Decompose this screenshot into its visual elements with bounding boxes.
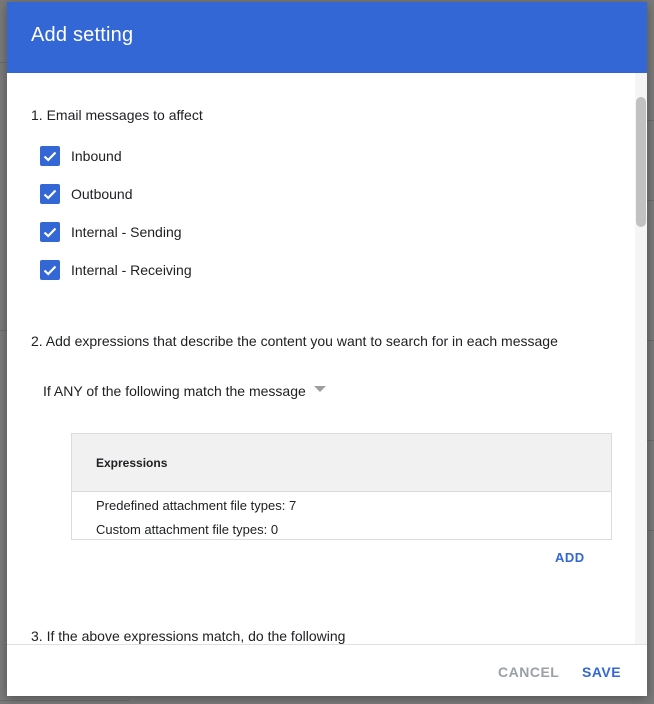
checkbox-label: Internal - Sending	[71, 224, 182, 240]
checkbox-label: Inbound	[71, 148, 122, 164]
checkbox-internal-sending[interactable]: Internal - Sending	[40, 221, 182, 243]
expression-row[interactable]: Custom attachment file types: 0	[96, 522, 278, 537]
check-icon	[43, 265, 57, 276]
match-mode-value: If ANY of the following match the messag…	[43, 383, 306, 399]
checkbox-internal-receiving[interactable]: Internal - Receiving	[40, 259, 192, 281]
dialog-title: Add setting	[31, 24, 134, 46]
section-email-messages-title: 1. Email messages to affect	[31, 107, 203, 123]
add-setting-dialog: Add setting 1. Email messages to affect …	[7, 2, 647, 696]
dialog-header: Add setting	[7, 2, 647, 73]
scrollbar-thumb[interactable]	[636, 97, 646, 227]
backdrop-divider	[647, 530, 654, 531]
checkbox-checked[interactable]	[40, 222, 60, 242]
add-expression-button[interactable]: ADD	[555, 550, 585, 565]
dialog-footer: CANCEL SAVE	[7, 644, 647, 696]
checkbox-checked[interactable]	[40, 184, 60, 204]
check-icon	[43, 151, 57, 162]
expression-row[interactable]: Predefined attachment file types: 7	[96, 498, 296, 513]
backdrop-divider	[0, 700, 130, 701]
check-icon	[43, 227, 57, 238]
save-button[interactable]: SAVE	[582, 664, 621, 680]
checkbox-checked[interactable]	[40, 260, 60, 280]
expressions-table: Expressions Predefined attachment file t…	[71, 433, 612, 540]
dropdown-arrow-icon[interactable]	[313, 386, 326, 392]
expressions-column-header: Expressions	[96, 456, 168, 470]
backdrop-divider	[647, 340, 654, 341]
section-actions-title: 3. If the above expressions match, do th…	[31, 628, 346, 644]
checkbox-inbound[interactable]: Inbound	[40, 145, 122, 167]
dialog-body[interactable]: 1. Email messages to affect Inbound Outb…	[7, 73, 647, 644]
check-icon	[43, 189, 57, 200]
checkbox-label: Internal - Receiving	[71, 262, 192, 278]
checkbox-checked[interactable]	[40, 146, 60, 166]
backdrop-divider	[647, 120, 654, 121]
backdrop-divider	[0, 330, 7, 331]
section-expressions-title: 2. Add expressions that describe the con…	[31, 333, 558, 349]
backdrop-divider	[0, 62, 7, 63]
match-mode-dropdown[interactable]: If ANY of the following match the messag…	[43, 383, 326, 399]
cancel-button[interactable]: CANCEL	[498, 664, 559, 680]
expressions-table-header: Expressions	[72, 434, 611, 492]
backdrop-divider	[647, 200, 654, 201]
checkbox-label: Outbound	[71, 186, 133, 202]
backdrop-divider	[647, 440, 654, 441]
checkbox-outbound[interactable]: Outbound	[40, 183, 133, 205]
